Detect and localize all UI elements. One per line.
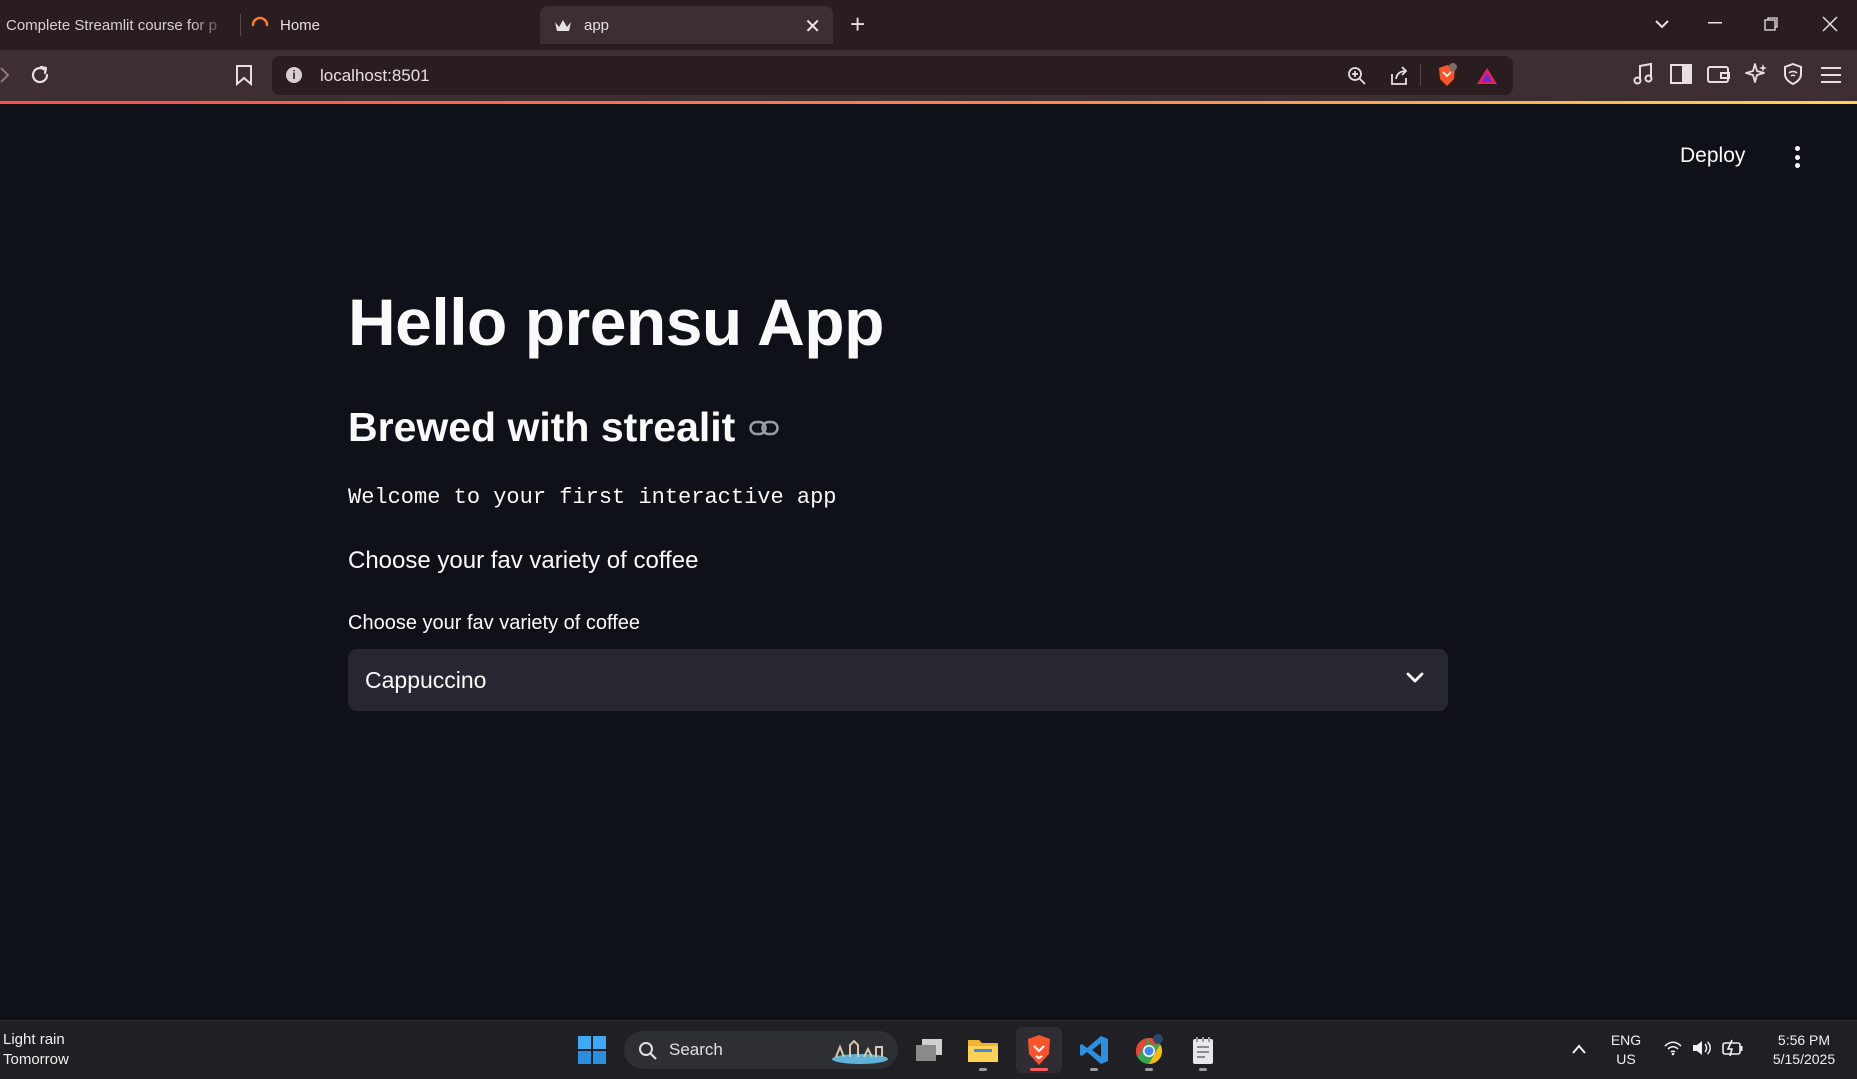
windows-logo-icon (578, 1036, 606, 1064)
site-info-icon[interactable]: i (286, 67, 302, 83)
close-tab-icon[interactable]: ✕ (804, 14, 821, 39)
notepad-icon (1193, 1037, 1213, 1064)
chevron-down-icon (1406, 672, 1424, 683)
search-label: Search (669, 1040, 723, 1059)
browser-toolbar: i localhost:8501 (0, 50, 1857, 101)
tab-streamlit-course[interactable]: Complete Streamlit course for p (0, 6, 230, 44)
address-bar[interactable]: i localhost:8501 (272, 56, 1513, 95)
show-hidden-icons-chevron-icon[interactable] (1571, 1043, 1587, 1055)
streamlit-crown-icon (555, 20, 571, 31)
zoom-icon[interactable] (1347, 66, 1367, 86)
code-text: Welcome to your first interactive app (348, 485, 837, 510)
forward-icon[interactable] (0, 66, 10, 84)
weather-widget[interactable]: Light rain Tomorrow (3, 1030, 69, 1070)
restore-icon[interactable] (1764, 17, 1778, 31)
volume-icon[interactable] (1692, 1039, 1712, 1057)
leo-ai-icon[interactable] (1745, 62, 1767, 86)
page-title: Hello prensu App (348, 285, 884, 359)
brave-rewards-icon[interactable] (1476, 67, 1498, 85)
clock-date: 5/15/2025 (1772, 1051, 1836, 1067)
anchor-link-icon[interactable] (749, 419, 780, 437)
folder-icon (968, 1040, 998, 1062)
media-icon[interactable] (1632, 62, 1654, 86)
search-highlight-image (832, 1039, 888, 1064)
browser-tab-strip: Complete Streamlit course for p Home app… (0, 0, 1857, 50)
wallet-icon[interactable] (1707, 64, 1731, 84)
chrome-icon (1135, 1034, 1163, 1065)
notepad-button[interactable] (1180, 1027, 1226, 1073)
file-explorer-button[interactable] (960, 1027, 1006, 1073)
search-icon (639, 1042, 657, 1060)
selectbox-label: Choose your fav variety of coffee (348, 612, 641, 634)
task-view-icon (916, 1039, 942, 1061)
tab-label: app (584, 16, 610, 34)
clock-time: 5:56 PM (1777, 1032, 1831, 1048)
battery-charging-icon[interactable] (1722, 1039, 1744, 1057)
weather-condition: Light rain (3, 1031, 65, 1048)
brave-lion-icon (1028, 1035, 1050, 1065)
deploy-button[interactable]: Deploy (1680, 144, 1745, 168)
subheader-text: Brewed with strealit (348, 404, 736, 450)
coffee-selectbox[interactable]: Cappuccino (348, 649, 1448, 711)
url-text: localhost:8501 (320, 66, 430, 85)
input-language[interactable]: ENG US (1606, 1031, 1646, 1069)
share-icon[interactable] (1389, 66, 1409, 86)
tab-list-chevron-icon[interactable] (1654, 16, 1670, 32)
streamlit-app: Deploy Hello prensu App Brewed with stre… (0, 104, 1857, 1020)
brave-shields-icon[interactable] (1436, 63, 1458, 89)
task-view-button[interactable] (906, 1027, 952, 1073)
sidebar-toggle-icon[interactable] (1670, 64, 1692, 84)
clock[interactable]: 5:56 PM 5/15/2025 (1756, 1031, 1852, 1069)
region-code: US (1616, 1051, 1636, 1067)
bookmark-icon[interactable] (235, 64, 253, 86)
language-code: ENG (1610, 1032, 1642, 1048)
wifi-icon[interactable] (1664, 1040, 1682, 1056)
body-text: Choose your fav variety of coffee (348, 547, 699, 574)
reload-icon[interactable] (28, 63, 52, 87)
vscode-icon (1080, 1036, 1108, 1064)
subheader: Brewed with strealit (348, 404, 780, 451)
vpn-icon[interactable] (1783, 62, 1803, 86)
brave-browser-button[interactable] (1016, 1027, 1062, 1073)
close-window-icon[interactable] (1822, 16, 1838, 32)
vscode-button[interactable] (1071, 1027, 1117, 1073)
start-button[interactable] (569, 1027, 615, 1073)
taskbar-search[interactable]: Search (624, 1031, 898, 1069)
tab-divider (240, 14, 241, 36)
tab-home[interactable]: Home (250, 6, 530, 44)
chrome-button[interactable] (1126, 1027, 1172, 1073)
windows-taskbar: Light rain Tomorrow Search ENG US 5:56 P… (0, 1020, 1857, 1079)
weather-day: Tomorrow (3, 1051, 69, 1068)
minimize-icon[interactable] (1708, 22, 1722, 24)
tab-label: Complete Streamlit course for p (6, 16, 217, 34)
tab-app[interactable]: app ✕ (540, 6, 833, 44)
menu-icon[interactable] (1820, 66, 1842, 84)
main-menu-icon[interactable] (1792, 146, 1802, 168)
loading-spinner-icon (251, 16, 269, 27)
selectbox-value: Cappuccino (365, 667, 487, 693)
tab-label: Home (280, 16, 321, 34)
new-tab-icon[interactable]: + (850, 9, 865, 40)
